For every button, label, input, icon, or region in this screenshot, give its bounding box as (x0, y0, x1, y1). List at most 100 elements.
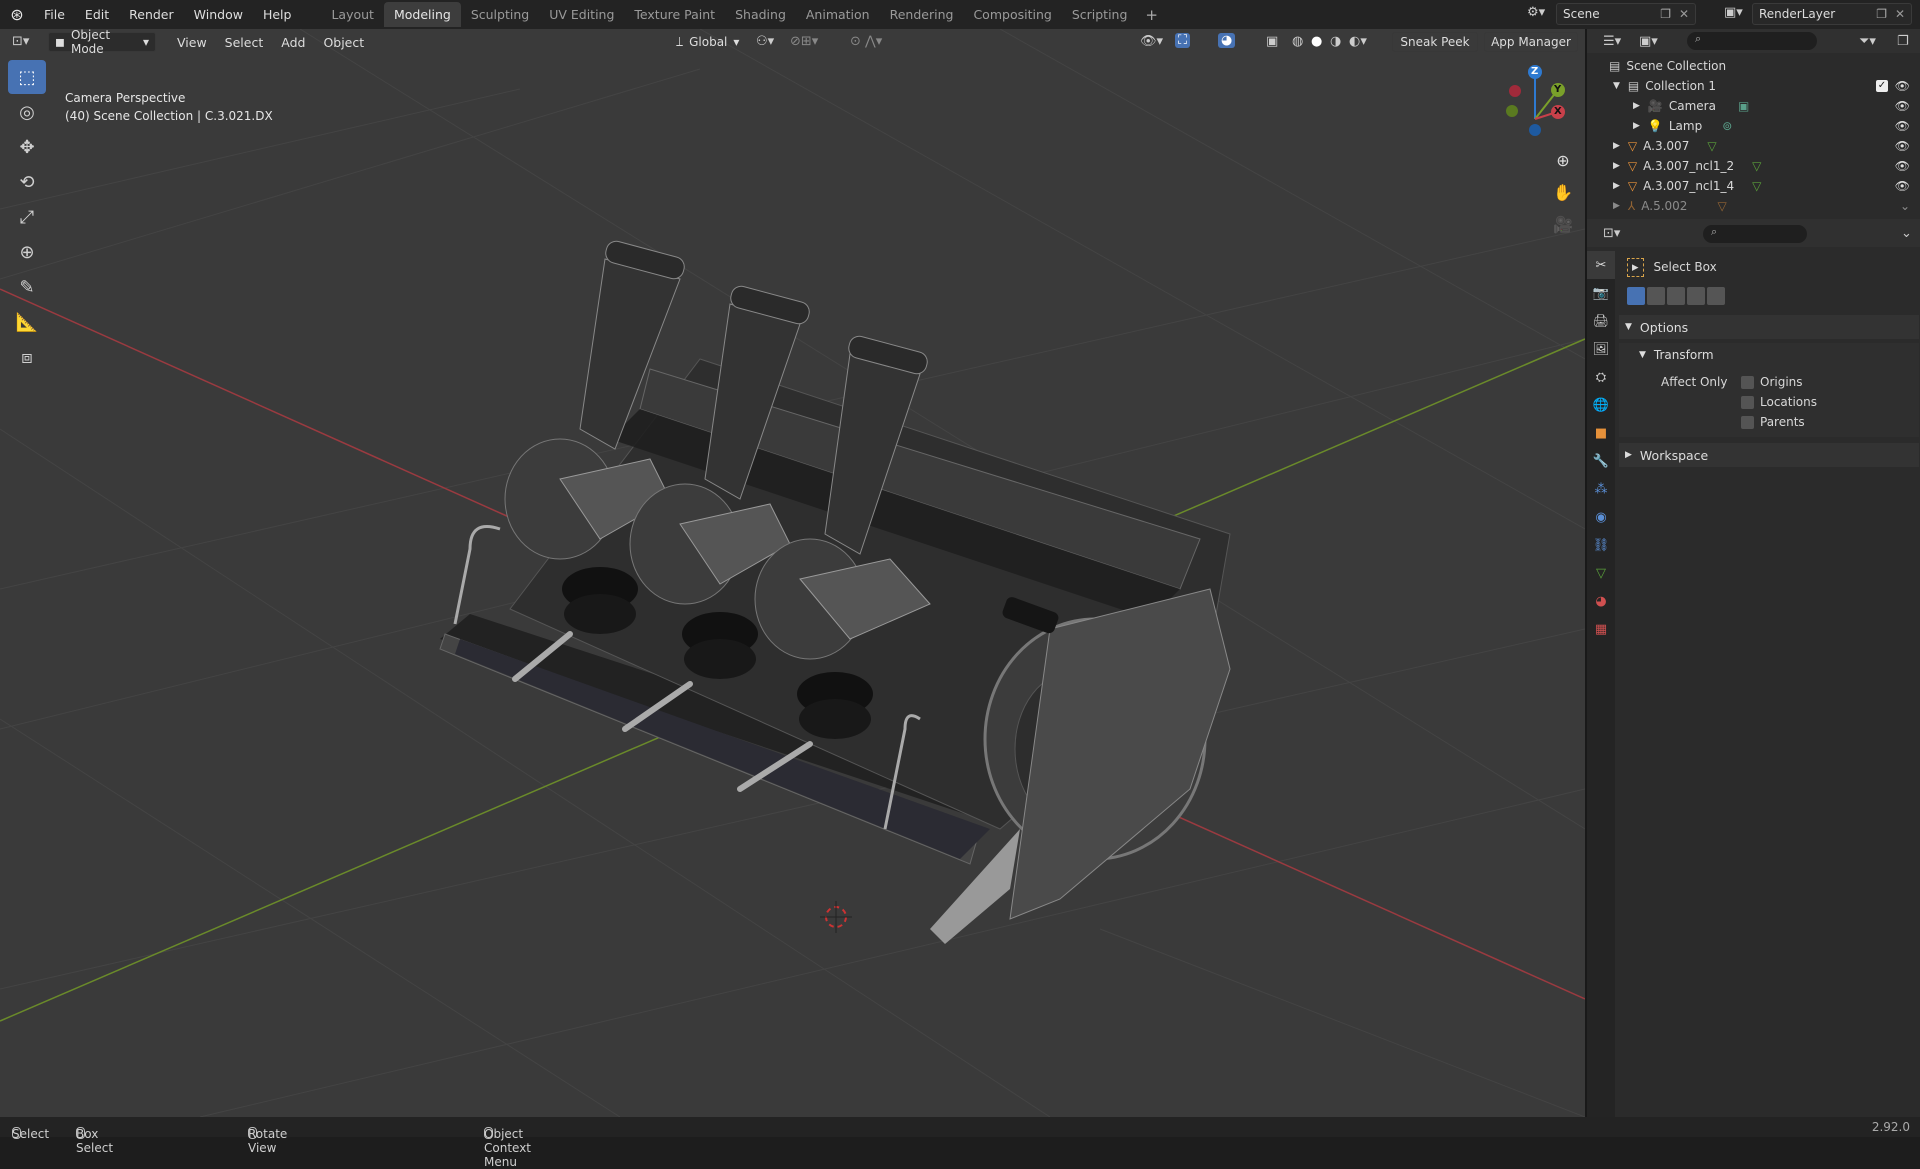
outliner-row-scene-collection[interactable]: ▤ Scene Collection (1587, 56, 1920, 76)
outliner-search-input[interactable]: ⌕ (1687, 32, 1817, 50)
tab-compositing[interactable]: Compositing (963, 2, 1061, 27)
mode-dropdown[interactable]: ◼ Object Mode ▾ (48, 28, 156, 56)
proportional-edit-icon[interactable]: ⊙ ⋀▾ (850, 34, 882, 49)
origins-checkbox[interactable]: Origins (1741, 375, 1803, 389)
data-tab-icon[interactable]: ▽ (1587, 559, 1615, 587)
render-layer-selector[interactable]: RenderLayer ❐ ✕ (1752, 3, 1912, 25)
3d-cursor-icon[interactable] (820, 901, 852, 933)
tab-sculpting[interactable]: Sculpting (461, 2, 539, 27)
tool-tab-icon[interactable]: ✂ (1587, 251, 1615, 279)
outliner-row-lamp[interactable]: ▶ 💡 Lamp ⊚ 👁 (1587, 116, 1920, 136)
tab-uv-editing[interactable]: UV Editing (539, 2, 624, 27)
output-tab-icon[interactable]: 🖨 (1587, 307, 1615, 335)
outliner-editor-icon[interactable]: ☰▾ (1603, 34, 1621, 49)
menu-select[interactable]: Select (216, 35, 273, 50)
transform-tool-icon[interactable]: ⊕ (8, 235, 46, 269)
xray-icon[interactable]: ▣ (1266, 34, 1278, 49)
overlay-toggle-icon[interactable]: ◕ (1218, 33, 1236, 48)
expand-arrow-icon[interactable]: ▼ (1613, 81, 1620, 91)
editor-type-icon[interactable]: ⊡▾ (12, 34, 29, 49)
menu-window[interactable]: Window (184, 7, 253, 22)
modifier-tab-icon[interactable]: 🔧 (1587, 447, 1615, 475)
rendered-shading-icon[interactable]: ◐▾ (1349, 34, 1367, 49)
espresso-machine-model[interactable] (439, 239, 1231, 944)
tab-shading[interactable]: Shading (725, 2, 796, 27)
chevron-down-icon[interactable]: ⌄ (1900, 199, 1910, 213)
menu-add[interactable]: Add (272, 35, 314, 50)
particles-tab-icon[interactable]: ⁂ (1587, 475, 1615, 503)
new-layer-icon[interactable]: ❐ (1876, 7, 1887, 21)
orientation-dropdown[interactable]: ⟘ Global ▾ (670, 32, 746, 52)
mode-set-icon[interactable] (1627, 287, 1645, 305)
mode-subtract-icon[interactable] (1667, 287, 1685, 305)
tab-rendering[interactable]: Rendering (880, 2, 964, 27)
render-tab-icon[interactable]: 📷 (1587, 279, 1615, 307)
outliner-row-a3007-ncl1-4[interactable]: ▶ ▽ A.3.007_ncl1_4 ▽ 👁 (1587, 176, 1920, 196)
scale-tool-icon[interactable]: ⤢ (8, 200, 46, 234)
light-data-icon[interactable]: ⊚ (1722, 119, 1732, 133)
locations-checkbox[interactable]: Locations (1741, 395, 1817, 409)
expand-arrow-icon[interactable]: ▶ (1633, 101, 1640, 111)
display-mode-icon[interactable]: ▣▾ (1639, 34, 1658, 49)
eye-icon[interactable]: 👁 (1895, 99, 1910, 113)
texture-tab-icon[interactable]: ▦ (1587, 615, 1615, 643)
expand-arrow-icon[interactable]: ▶ (1613, 161, 1620, 171)
tab-layout[interactable]: Layout (321, 2, 384, 27)
add-cube-tool-icon[interactable]: ⧈ (8, 340, 46, 374)
eye-icon[interactable]: 👁 (1895, 159, 1910, 173)
mode-extend-icon[interactable] (1647, 287, 1665, 305)
properties-editor[interactable]: ⊡▾ ⌕ ⌄ ✂ 📷 🖨 🖼 ⛭ 🌐 ■ 🔧 ⁂ ◉ ⛓ ▽ ◕ ▦ ▸ Sel… (1587, 221, 1920, 1117)
mesh-data-icon[interactable]: ▽ (1752, 159, 1761, 173)
solid-shading-icon[interactable]: ● (1311, 34, 1322, 49)
view-layer-tab-icon[interactable]: 🖼 (1587, 335, 1615, 363)
parents-checkbox[interactable]: Parents (1741, 415, 1805, 429)
mode-invert-icon[interactable] (1687, 287, 1705, 305)
tab-modeling[interactable]: Modeling (383, 2, 461, 27)
workspace-panel-header[interactable]: ▶ Workspace (1619, 443, 1919, 467)
move-tool-icon[interactable]: ✥ (8, 130, 46, 164)
menu-view[interactable]: View (168, 35, 216, 50)
menu-object[interactable]: Object (314, 35, 373, 50)
add-workspace-icon[interactable]: + (1137, 6, 1166, 24)
menu-edit[interactable]: Edit (75, 7, 119, 22)
transform-subpanel-header[interactable]: ▼ Transform (1619, 343, 1919, 367)
outliner-row-collection-1[interactable]: ▼ ▤ Collection 1 ✓ 👁 (1587, 76, 1920, 96)
delete-layer-icon[interactable]: ✕ (1895, 7, 1905, 21)
delete-scene-icon[interactable]: ✕ (1679, 7, 1689, 21)
menu-file[interactable]: File (34, 7, 75, 22)
eye-icon[interactable]: 👁 (1895, 179, 1910, 193)
outliner[interactable]: ☰▾ ▣▾ ⌕ ⏷▾ ❐ ▤ Scene Collection ▼ ▤ Coll… (1587, 29, 1920, 219)
zoom-icon[interactable]: ⊕ (1548, 145, 1578, 175)
properties-editor-icon[interactable]: ⊡▾ (1603, 226, 1620, 241)
new-scene-icon[interactable]: ❐ (1660, 7, 1671, 21)
properties-search-input[interactable]: ⌕ (1703, 225, 1807, 243)
eye-icon[interactable]: 👁 (1895, 119, 1910, 133)
tab-scripting[interactable]: Scripting (1062, 2, 1138, 27)
gizmo-toggle-icon[interactable]: ⛶ (1175, 33, 1191, 48)
tab-texture-paint[interactable]: Texture Paint (624, 2, 725, 27)
material-tab-icon[interactable]: ◕ (1587, 587, 1615, 615)
app-manager-button[interactable]: App Manager (1484, 32, 1578, 52)
constraints-tab-icon[interactable]: ⛓ (1587, 531, 1615, 559)
eye-icon[interactable]: 👁 (1895, 139, 1910, 153)
physics-tab-icon[interactable]: ◉ (1587, 503, 1615, 531)
outliner-row-camera[interactable]: ▶ 🎥 Camera ▣ 👁 (1587, 96, 1920, 116)
outliner-row-a5002[interactable]: ▶ ⅄ A.5.002 ▽ ⌄ (1587, 196, 1920, 216)
3d-viewport[interactable]: Z Y X Camera Perspective (40) Scene Coll… (0, 29, 1585, 1117)
eye-icon[interactable]: 👁 (1895, 79, 1910, 93)
menu-help[interactable]: Help (253, 7, 302, 22)
menu-render[interactable]: Render (119, 7, 184, 22)
options-panel-header[interactable]: ▼ Options (1619, 315, 1919, 339)
mode-intersect-icon[interactable] (1707, 287, 1725, 305)
tab-animation[interactable]: Animation (796, 2, 880, 27)
pivot-icon[interactable]: ⚇▾ (756, 34, 774, 49)
expand-arrow-icon[interactable]: ▶ (1613, 181, 1620, 191)
view-layer-icon[interactable]: ▣▾ (1724, 5, 1743, 20)
sneak-peek-button[interactable]: Sneak Peek (1392, 32, 1478, 52)
material-shading-icon[interactable]: ◑ (1330, 34, 1341, 49)
blender-logo-icon[interactable]: ⊛ (0, 0, 34, 29)
object-tab-icon[interactable]: ■ (1587, 419, 1615, 447)
mesh-data-icon[interactable]: ▽ (1752, 179, 1761, 193)
snap-icon[interactable]: ⊘⊞▾ (790, 34, 818, 49)
select-box-tool-icon[interactable]: ⬚ (8, 60, 46, 94)
